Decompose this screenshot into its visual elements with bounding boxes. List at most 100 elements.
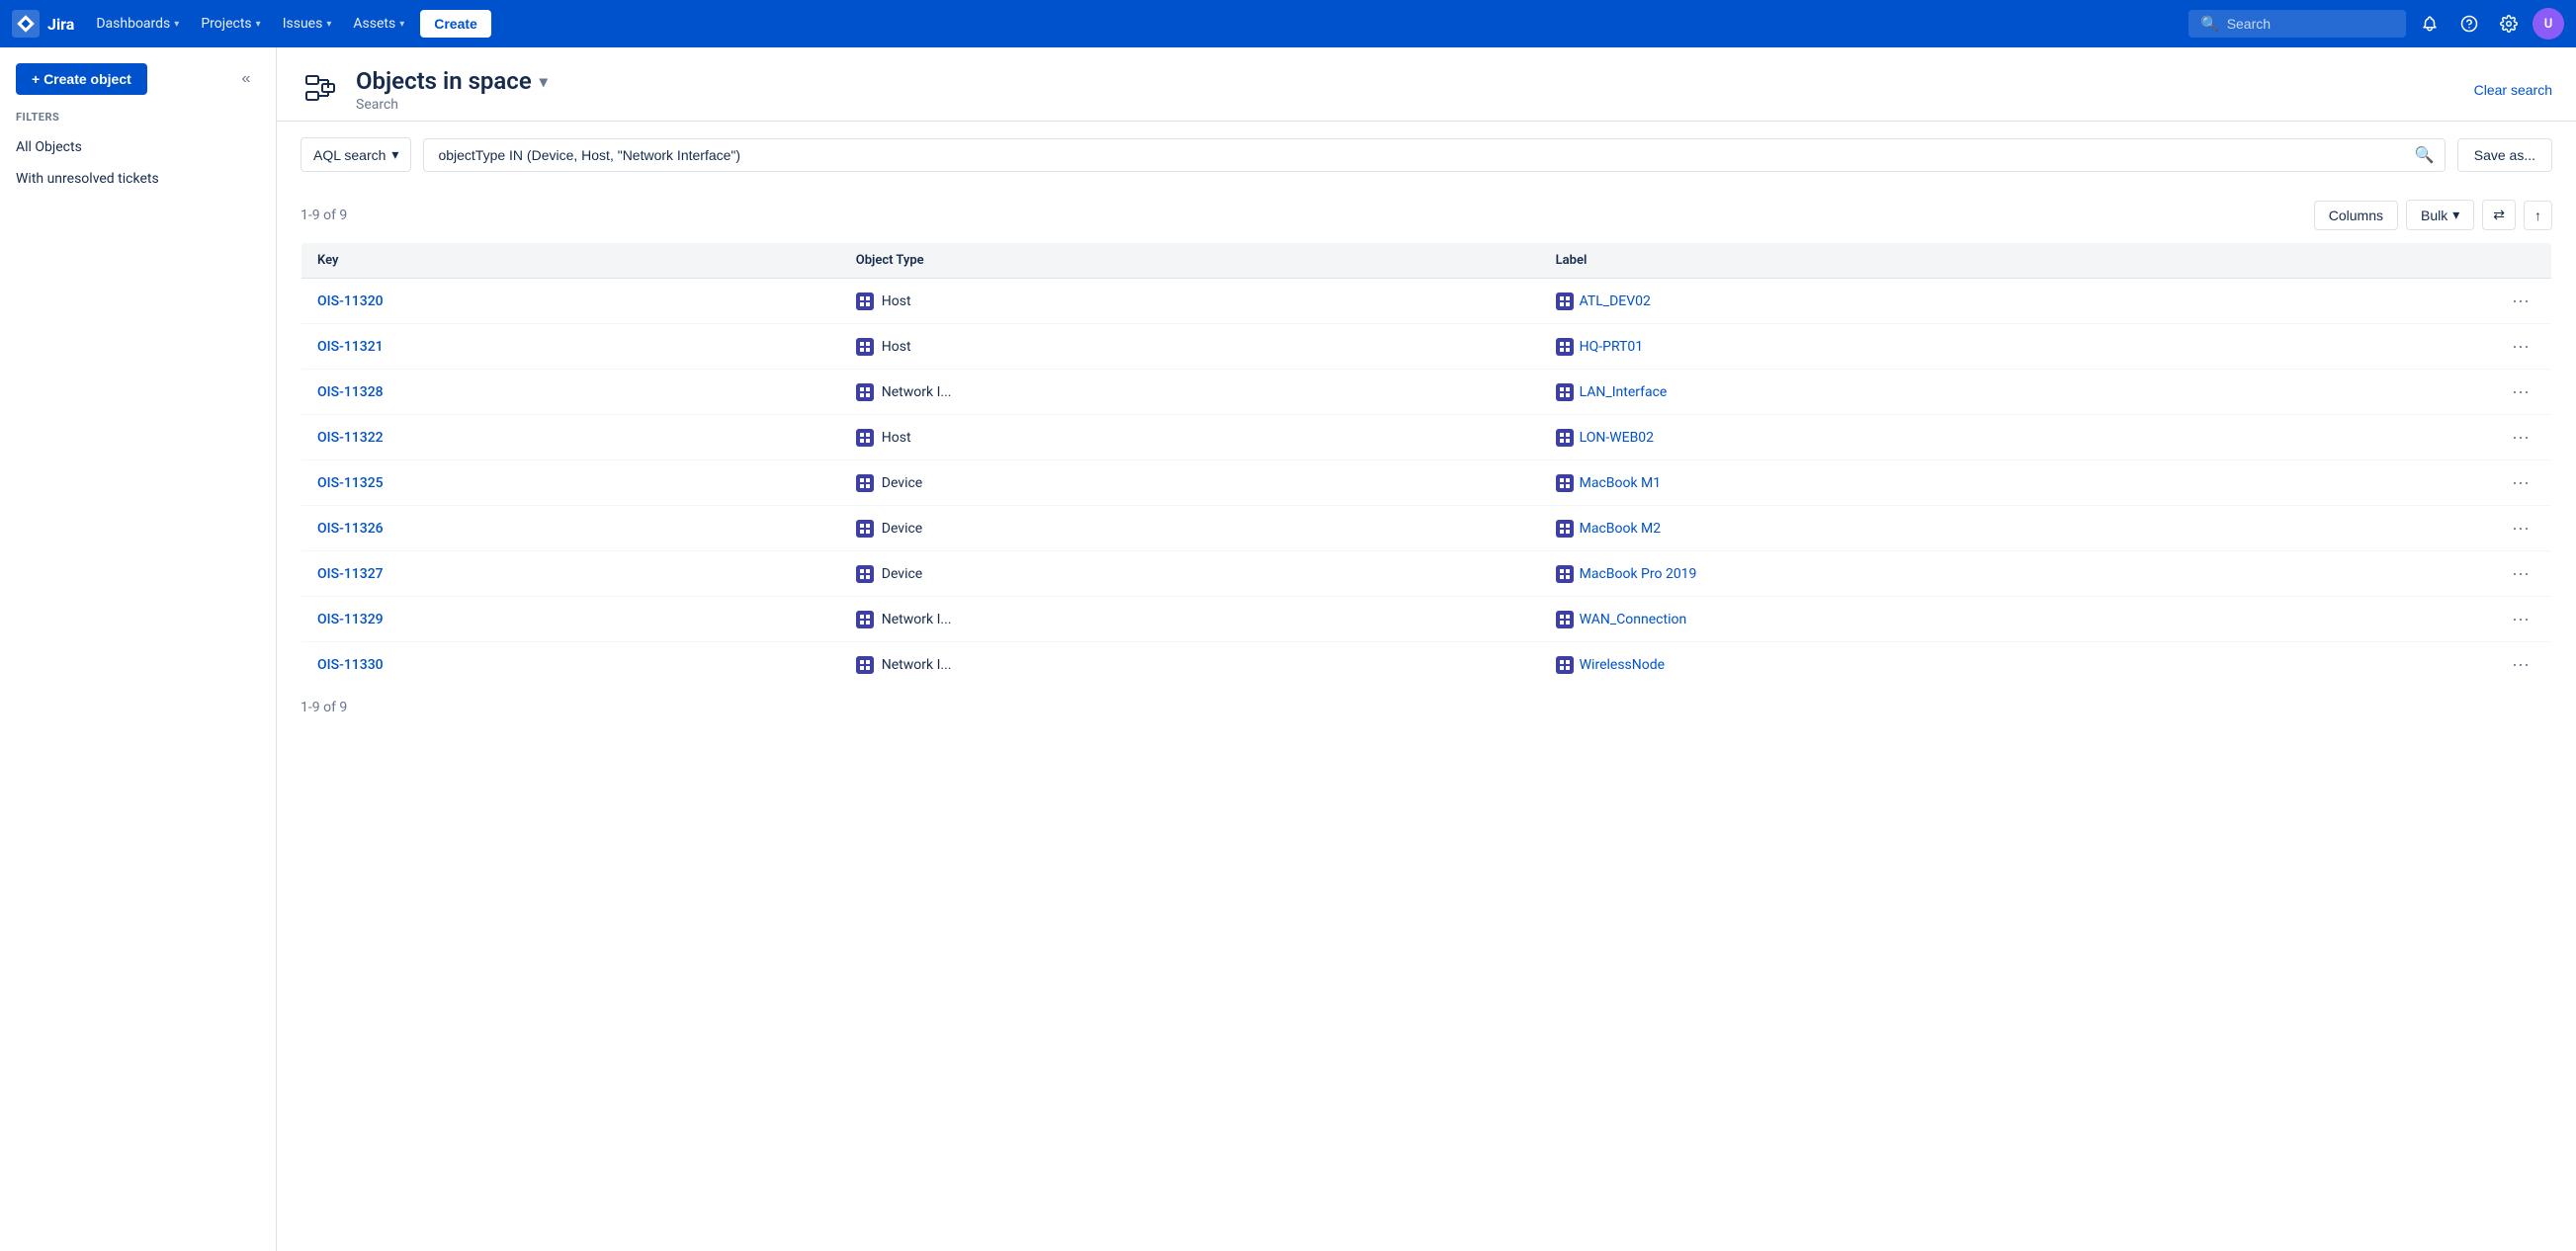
title-chevron-icon[interactable]: ▾: [540, 72, 548, 91]
cell-type-7: Network I...: [840, 597, 1540, 642]
create-object-button[interactable]: + Create object: [16, 63, 147, 95]
key-link-5[interactable]: OIS-11326: [317, 521, 384, 537]
row-actions-button-4[interactable]: ···: [2506, 470, 2535, 495]
label-link-0[interactable]: ATL_DEV02: [1556, 292, 1651, 310]
topnav: Jira Dashboards ▾ Projects ▾ Issues ▾ As…: [0, 0, 2576, 47]
col-actions: [2490, 243, 2551, 279]
nav-dashboards[interactable]: Dashboards ▾: [86, 10, 189, 38]
label-link-6[interactable]: MacBook Pro 2019: [1556, 565, 1697, 583]
cell-type-0: Host: [840, 279, 1540, 324]
label-icon-1: [1556, 338, 1574, 356]
share-icon: ⇄: [2493, 207, 2505, 223]
key-link-0[interactable]: OIS-11320: [317, 293, 384, 309]
table-row: OIS-11320 Host ATL_DEV02 ···: [301, 279, 2552, 324]
cell-label-2: LAN_Interface: [1540, 370, 2490, 415]
row-actions-button-1[interactable]: ···: [2506, 334, 2535, 359]
clear-search-button[interactable]: Clear search: [2474, 82, 2552, 98]
row-actions-button-7[interactable]: ···: [2506, 607, 2535, 631]
cell-label-8: WirelessNode: [1540, 642, 2490, 688]
row-actions-button-0[interactable]: ···: [2506, 289, 2535, 313]
row-actions-button-2[interactable]: ···: [2506, 379, 2535, 404]
label-link-3[interactable]: LON-WEB02: [1556, 429, 1654, 447]
user-avatar[interactable]: U: [2533, 8, 2564, 40]
row-actions-button-8[interactable]: ···: [2506, 652, 2535, 677]
col-object-type: Object Type: [840, 243, 1540, 279]
cell-key-6: OIS-11327: [301, 551, 840, 597]
cell-key-7: OIS-11329: [301, 597, 840, 642]
table-row: OIS-11330 Network I... WirelessNode ···: [301, 642, 2552, 688]
cell-type-5: Device: [840, 506, 1540, 551]
global-search-box[interactable]: 🔍: [2189, 10, 2406, 38]
aql-query-input[interactable]: [434, 139, 2414, 171]
object-type-text-4: Device: [882, 475, 922, 491]
cell-key-0: OIS-11320: [301, 279, 840, 324]
bulk-chevron-icon: ▾: [2452, 207, 2459, 223]
label-icon-5: [1556, 520, 1574, 538]
cell-actions-3: ···: [2490, 415, 2551, 460]
share-button[interactable]: ⇄: [2482, 200, 2516, 230]
label-icon-7: [1556, 611, 1574, 628]
key-link-1[interactable]: OIS-11321: [317, 339, 384, 355]
table-header: Key Object Type Label: [301, 243, 2552, 279]
object-type-icon-5: [856, 520, 874, 538]
table-row: OIS-11326 Device MacBook M2 ···: [301, 506, 2552, 551]
label-link-7[interactable]: WAN_Connection: [1556, 611, 1687, 628]
sidebar-item-unresolved-tickets[interactable]: With unresolved tickets: [0, 163, 276, 195]
label-link-8[interactable]: WirelessNode: [1556, 656, 1665, 674]
label-link-5[interactable]: MacBook M2: [1556, 520, 1662, 538]
cell-type-6: Device: [840, 551, 1540, 597]
cell-label-5: MacBook M2: [1540, 506, 2490, 551]
collapse-sidebar-button[interactable]: «: [232, 65, 260, 93]
search-icon: 🔍: [2200, 15, 2219, 33]
create-button[interactable]: Create: [420, 10, 491, 38]
sidebar: + Create object « FILTERS All Objects Wi…: [0, 47, 277, 1251]
label-link-2[interactable]: LAN_Interface: [1556, 383, 1668, 401]
key-link-2[interactable]: OIS-11328: [317, 384, 384, 400]
export-button[interactable]: ↑: [2524, 201, 2552, 230]
save-as-button[interactable]: Save as...: [2457, 138, 2552, 172]
global-search-input[interactable]: [2227, 16, 2394, 32]
key-link-8[interactable]: OIS-11330: [317, 657, 384, 673]
label-link-1[interactable]: HQ-PRT01: [1556, 338, 1644, 356]
key-link-3[interactable]: OIS-11322: [317, 430, 384, 446]
table-body: OIS-11320 Host ATL_DEV02 ··· OIS-11: [301, 279, 2552, 688]
object-type-text-2: Network I...: [882, 384, 952, 400]
table-area: 1-9 of 9 Columns Bulk ▾ ⇄ ↑: [277, 188, 2576, 751]
search-bar-row: AQL search ▾ 🔍 Save as...: [277, 122, 2576, 188]
cell-actions-7: ···: [2490, 597, 2551, 642]
cell-label-0: ATL_DEV02: [1540, 279, 2490, 324]
row-actions-button-5[interactable]: ···: [2506, 516, 2535, 541]
columns-button[interactable]: Columns: [2314, 201, 2398, 230]
assets-chevron-icon: ▾: [399, 19, 404, 30]
aql-search-button[interactable]: AQL search ▾: [301, 137, 411, 172]
help-icon[interactable]: [2453, 8, 2485, 40]
nav-issues[interactable]: Issues ▾: [273, 10, 342, 38]
object-type-icon-2: [856, 383, 874, 401]
sidebar-item-all-objects[interactable]: All Objects: [0, 131, 276, 163]
dashboards-chevron-icon: ▾: [174, 19, 179, 30]
nav-assets[interactable]: Assets ▾: [343, 10, 414, 38]
label-link-4[interactable]: MacBook M1: [1556, 474, 1662, 492]
key-link-6[interactable]: OIS-11327: [317, 566, 384, 582]
cell-actions-0: ···: [2490, 279, 2551, 324]
object-type-text-0: Host: [882, 293, 911, 309]
object-type-icon-8: [856, 656, 874, 674]
row-actions-button-3[interactable]: ···: [2506, 425, 2535, 450]
content-area: Objects in space ▾ Search Clear search A…: [277, 47, 2576, 1251]
key-link-4[interactable]: OIS-11325: [317, 475, 384, 491]
object-type-text-5: Device: [882, 521, 922, 537]
page-title: Objects in space ▾: [356, 67, 548, 95]
cell-key-2: OIS-11328: [301, 370, 840, 415]
settings-icon[interactable]: [2493, 8, 2525, 40]
row-actions-button-6[interactable]: ···: [2506, 561, 2535, 586]
query-search-icon: 🔍: [2415, 145, 2435, 164]
nav-projects[interactable]: Projects ▾: [191, 10, 270, 38]
result-count-bottom: 1-9 of 9: [301, 688, 2552, 727]
bulk-button[interactable]: Bulk ▾: [2406, 200, 2474, 230]
jira-logo[interactable]: Jira: [12, 10, 74, 38]
key-link-7[interactable]: OIS-11329: [317, 612, 384, 627]
notifications-icon[interactable]: [2414, 8, 2446, 40]
object-type-text-3: Host: [882, 430, 911, 446]
filters-label: FILTERS: [0, 111, 276, 131]
cell-key-5: OIS-11326: [301, 506, 840, 551]
